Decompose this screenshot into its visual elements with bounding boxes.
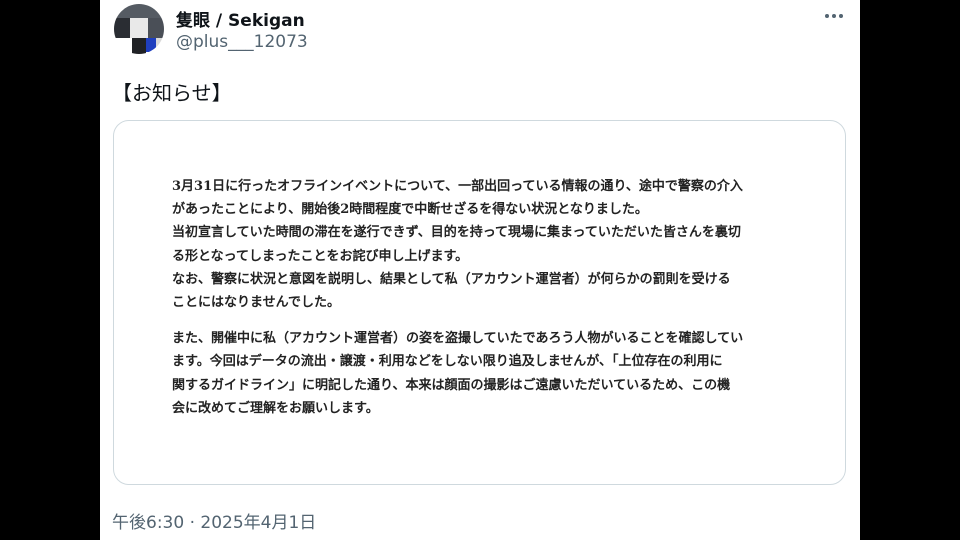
tweet-text: 【お知らせ】 [112,81,232,105]
avatar-pixel [130,18,148,38]
tweet-timestamp[interactable]: 午後6:30 · 2025年4月1日 [112,508,316,533]
avatar-pixel [156,38,164,54]
more-options-button[interactable] [822,6,846,26]
avatar[interactable] [114,4,164,54]
attached-image[interactable]: 3月31日に行ったオフラインイベントについて、一部出回っている情報の通り、途中で… [113,120,846,485]
notice-paragraph-1: 3月31日に行ったオフラインイベントについて、一部出回っている情報の通り、途中で… [172,179,743,311]
tweet: 隻眼 / Sekigan @plus___12073 【お知らせ】 3月31日に… [100,0,860,540]
user-handle[interactable]: @plus___12073 [176,32,308,52]
avatar-pixel [114,4,164,18]
more-horizontal-icon [825,14,843,18]
avatar-pixel [114,18,130,38]
notice-text: 3月31日に行ったオフラインイベントについて、一部出回っている情報の通り、途中で… [172,175,812,420]
avatar-pixel [132,38,146,54]
display-name[interactable]: 隻眼 / Sekigan [176,6,305,31]
notice-paragraph-2: また、開催中に私（アカウント運営者）の姿を盗撮していたであろう人物がいることを確… [172,331,744,416]
avatar-pixel [148,18,164,38]
avatar-pixel [146,38,156,52]
avatar-pixel [114,38,132,54]
